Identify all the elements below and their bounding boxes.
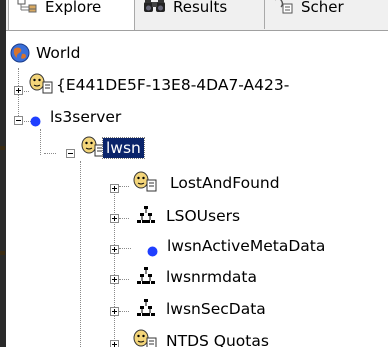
tree-item-label: lwsn	[102, 137, 145, 159]
tab-results[interactable]: Results	[135, 0, 265, 29]
face-document-icon	[132, 329, 158, 347]
org-chart-icon	[137, 206, 155, 230]
face-document-icon	[28, 73, 54, 99]
tree-item-lwsnactivemetadata[interactable]: lwsnActiveMetaData	[6, 232, 388, 262]
expand-toggle[interactable]	[14, 86, 23, 95]
tree-root-world[interactable]: World	[10, 39, 210, 69]
tree-item-label: {E441DE5F-13E8-4DA7-A423-	[56, 76, 290, 94]
tree-item-label: lwsnActiveMetaData	[167, 237, 326, 255]
expand-toggle[interactable]	[110, 275, 119, 284]
tree-item-label: lwsnSecData	[166, 300, 266, 318]
face-document-icon	[132, 171, 158, 197]
tab-explore[interactable]: Explore	[8, 0, 135, 30]
tree-structure-icon	[17, 0, 39, 17]
tree-item-lwsnsecdata[interactable]: lwsnSecData	[6, 295, 388, 325]
collapse-toggle[interactable]	[14, 116, 23, 125]
schema-icon	[273, 0, 295, 18]
tab-explore-label: Explore	[45, 0, 102, 16]
tab-results-label: Results	[173, 0, 228, 16]
binoculars-icon	[143, 0, 167, 18]
tree-item-lsousers[interactable]: LSOUsers	[6, 202, 388, 232]
tree-item-ntds-quotas[interactable]: NTDS Quotas	[6, 327, 388, 347]
globe-icon	[10, 43, 30, 67]
collapse-toggle[interactable]	[66, 149, 75, 158]
expand-toggle[interactable]	[110, 245, 119, 254]
tree-item-lwsnrmdata[interactable]: lwsnrmdata	[6, 263, 388, 293]
tree-item-label: LostAndFound	[170, 174, 280, 192]
tab-schema[interactable]: Scher	[265, 0, 388, 29]
tab-schema-label: Scher	[301, 0, 344, 16]
org-chart-icon	[137, 299, 155, 323]
expand-toggle[interactable]	[110, 340, 119, 347]
blue-dot-icon	[30, 113, 41, 131]
tree-item-label: NTDS Quotas	[166, 332, 269, 347]
tree-item-label: lwsnrmdata	[166, 268, 257, 286]
object-tree[interactable]: World {E441DE5F-13E8-4DA7-A423- ls3serve…	[6, 31, 388, 347]
tree-item-guid[interactable]: {E441DE5F-13E8-4DA7-A423-	[6, 71, 388, 101]
tree-item-lwsn[interactable]: lwsn	[6, 135, 388, 165]
tree-item-label: LSOUsers	[166, 207, 241, 225]
expand-toggle[interactable]	[110, 307, 119, 316]
tree-item-ls3server[interactable]: ls3server	[6, 103, 388, 133]
tree-item-lostandfound[interactable]: LostAndFound	[6, 170, 388, 200]
blue-dot-icon	[147, 243, 158, 261]
explorer-panel: Explore Results Scher World {E441DE5F-13…	[0, 0, 388, 347]
tree-item-label: World	[36, 44, 81, 62]
org-chart-icon	[137, 267, 155, 291]
expand-toggle[interactable]	[110, 184, 119, 193]
tree-item-label: ls3server	[50, 108, 122, 126]
expand-toggle[interactable]	[110, 214, 119, 223]
tab-strip: Explore Results Scher	[6, 0, 388, 31]
